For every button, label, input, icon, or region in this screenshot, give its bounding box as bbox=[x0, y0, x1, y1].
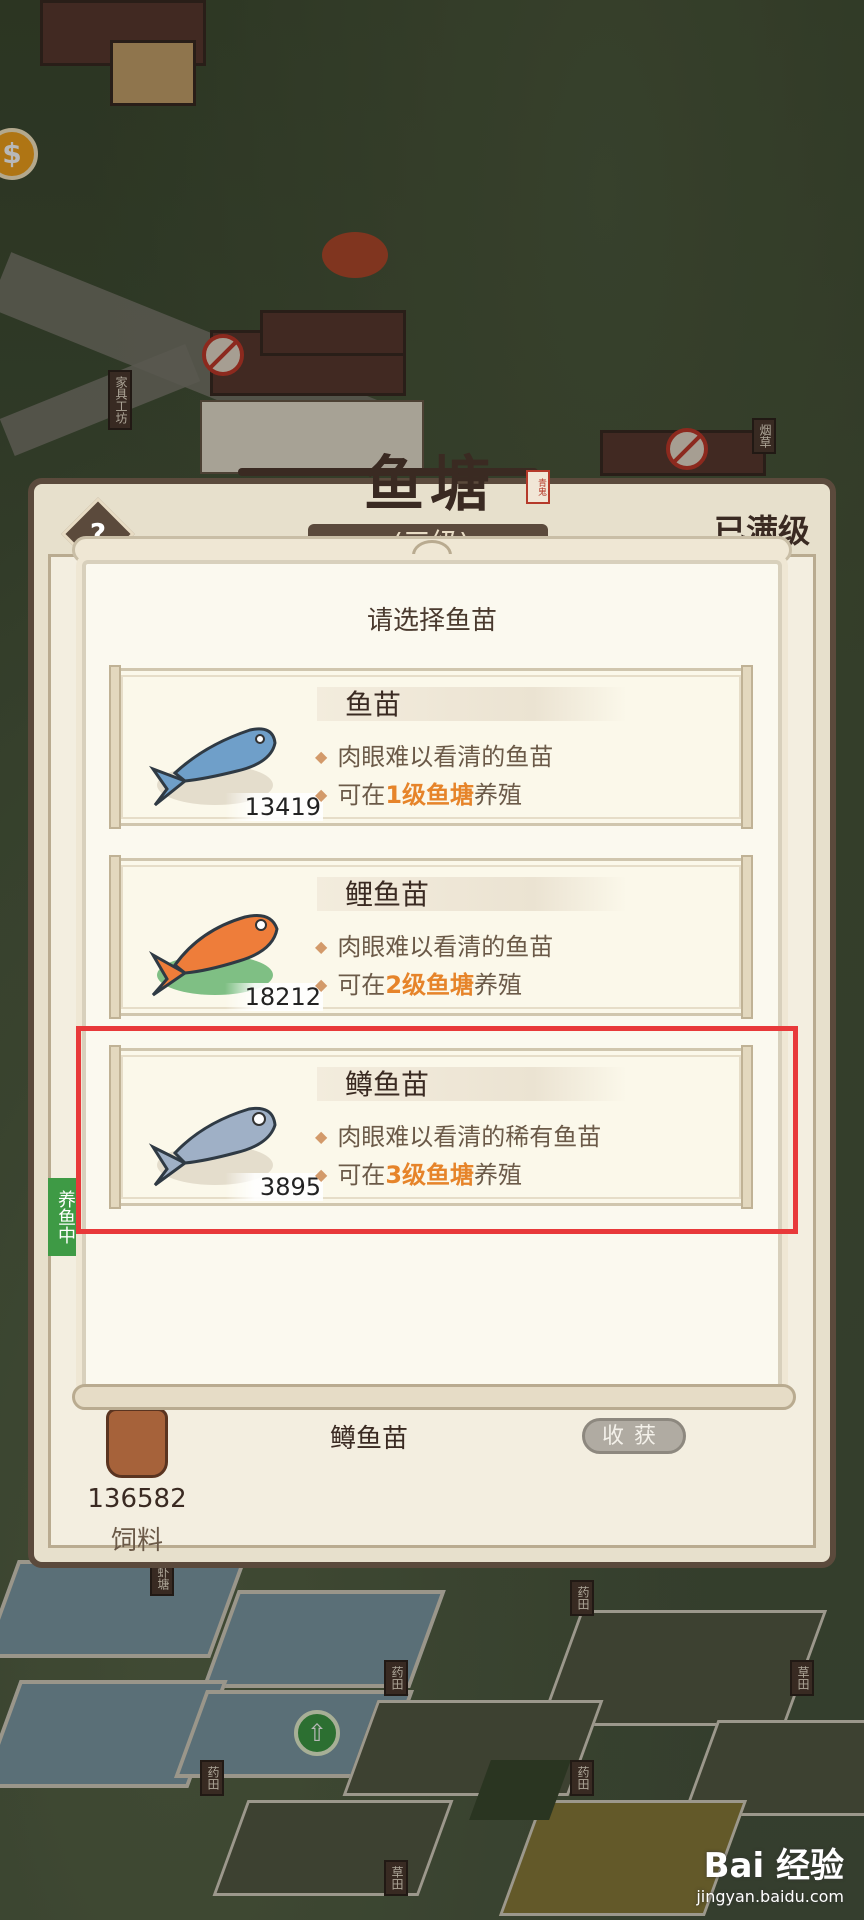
fry-pond-requirement: ◆ 可在1级鱼塘养殖 bbox=[315, 775, 522, 810]
fry-name: 鲤鱼苗 bbox=[345, 878, 430, 911]
card-edge bbox=[109, 855, 121, 1019]
diamond-bullet-icon: ◆ bbox=[315, 937, 328, 956]
requirement-prefix: 可在 bbox=[337, 781, 386, 809]
diamond-bullet-icon: ◆ bbox=[315, 975, 328, 994]
fry-select-popup: 请选择鱼苗 13419 鱼苗 ◆ 肉眼难以看清的鱼苗 ◆ 可在1级鱼塘养殖 18… bbox=[82, 560, 782, 1390]
fish-eye bbox=[255, 919, 267, 931]
diamond-bullet-icon: ◆ bbox=[315, 747, 328, 766]
fry-option-card[interactable]: 13419 鱼苗 ◆ 肉眼难以看清的鱼苗 ◆ 可在1级鱼塘养殖 bbox=[109, 665, 753, 829]
feed-count: 136582 bbox=[87, 1484, 187, 1514]
requirement-level: 2级鱼塘 bbox=[385, 971, 475, 999]
card-edge bbox=[109, 665, 121, 829]
requirement-suffix: 养殖 bbox=[474, 781, 523, 809]
fry-description: ◆ 肉眼难以看清的鱼苗 bbox=[315, 927, 553, 962]
fry-description-text: 肉眼难以看清的鱼苗 bbox=[337, 933, 554, 961]
requirement-suffix: 养殖 bbox=[474, 971, 523, 999]
seal-stamp: 青鬼 bbox=[526, 470, 550, 504]
diamond-bullet-icon: ◆ bbox=[315, 785, 328, 804]
watermark-brand: Bai 经验 bbox=[703, 1846, 844, 1886]
fry-description-text: 肉眼难以看清的鱼苗 bbox=[337, 743, 554, 771]
highlight-box bbox=[76, 1026, 798, 1234]
card-edge bbox=[741, 665, 753, 829]
current-fish-label: 鳟鱼苗 bbox=[330, 1424, 409, 1454]
fry-description: ◆ 肉眼难以看清的鱼苗 bbox=[315, 737, 553, 772]
fish-eye bbox=[255, 734, 265, 744]
watermark: Bai 经验 jingyan.baidu.com bbox=[696, 1838, 844, 1906]
popup-scroll-bottom bbox=[72, 1384, 796, 1410]
popup-title: 请选择鱼苗 bbox=[366, 606, 497, 636]
fish-icon: 13419 bbox=[145, 685, 323, 821]
fry-name: 鱼苗 bbox=[345, 688, 402, 721]
window-title: 鱼塘 bbox=[364, 450, 496, 520]
watermark-url: jingyan.baidu.com bbox=[696, 1887, 844, 1906]
feed-label: 饲料 bbox=[110, 1526, 163, 1556]
carp-icon: 18212 bbox=[145, 875, 323, 1011]
fry-pond-requirement: ◆ 可在2级鱼塘养殖 bbox=[315, 965, 522, 1000]
feed-sack-icon bbox=[106, 1408, 168, 1478]
requirement-level: 1级鱼塘 bbox=[385, 781, 475, 809]
feed-item[interactable]: 136582 饲料 bbox=[82, 1408, 192, 1557]
fry-count: 18212 bbox=[225, 983, 323, 1011]
card-edge bbox=[741, 855, 753, 1019]
harvest-button[interactable]: 收获 bbox=[582, 1418, 686, 1454]
fry-count: 13419 bbox=[225, 793, 323, 821]
fry-option-card[interactable]: 18212 鲤鱼苗 ◆ 肉眼难以看清的鱼苗 ◆ 可在2级鱼塘养殖 bbox=[109, 855, 753, 1019]
farming-status-tag: 养鱼中 bbox=[48, 1178, 78, 1256]
requirement-prefix: 可在 bbox=[337, 971, 386, 999]
